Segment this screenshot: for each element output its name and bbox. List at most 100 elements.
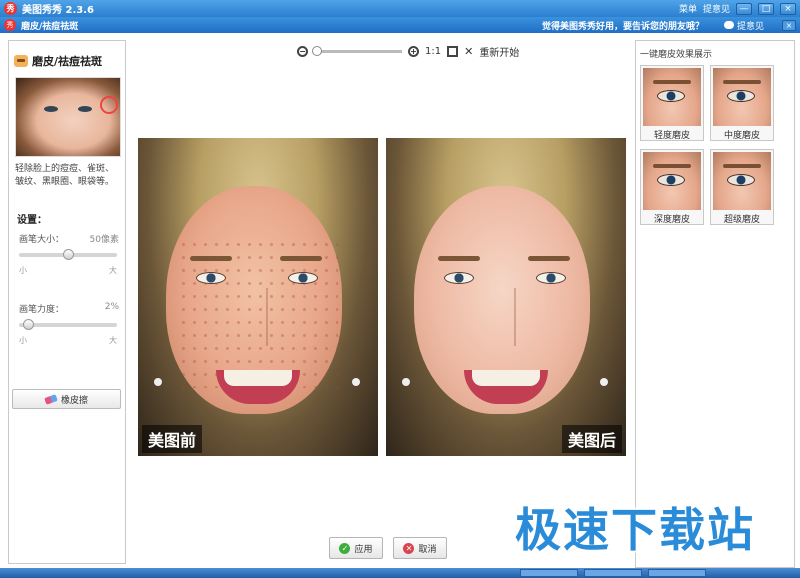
- taskbar-item[interactable]: [584, 569, 642, 577]
- earring-left: [402, 378, 410, 386]
- share-slogan[interactable]: 觉得美图秀秀好用，要告诉您的朋友哦？: [542, 19, 704, 32]
- preset-medium[interactable]: 中度磨皮: [710, 65, 774, 141]
- after-photo[interactable]: 美图后: [386, 138, 626, 456]
- preset-eye: [727, 90, 755, 102]
- brush-strength-row: 画笔力度： 2%: [19, 302, 119, 315]
- settings-label: 设置：: [17, 215, 47, 226]
- preview-eye-left: [44, 106, 58, 112]
- preset-label: 轻度磨皮: [653, 131, 690, 141]
- eraser-label: 橡皮擦: [60, 395, 88, 406]
- check-icon: ✓: [339, 542, 351, 554]
- fit-window-icon[interactable]: [447, 45, 459, 57]
- preset-light[interactable]: 轻度磨皮: [640, 65, 704, 141]
- brow-right: [280, 256, 322, 261]
- before-label: 美图前: [142, 425, 203, 453]
- teeth: [224, 370, 292, 386]
- preset-thumbnail: [713, 152, 771, 210]
- title-bar: 秀 美图秀秀 2.3.6 菜单 提意见 — □ ×: [0, 0, 800, 17]
- taskbar: [0, 568, 800, 578]
- preset-thumbnail: [643, 68, 701, 126]
- taskbar-item[interactable]: [520, 569, 578, 577]
- brow-left: [438, 256, 480, 261]
- eye-right: [288, 272, 318, 284]
- site-watermark: 极速下载站: [515, 503, 755, 557]
- preset-label: 超级磨皮: [723, 215, 760, 225]
- preset-brow: [653, 80, 691, 84]
- brush-strength-scale: 小 大: [19, 335, 117, 346]
- dialog-feedback-label: 提意见: [736, 21, 764, 32]
- zoom-out-icon[interactable]: −: [297, 45, 308, 57]
- cancel-button[interactable]: ✕ 取消: [393, 537, 447, 559]
- scale-min-label: 小: [19, 336, 27, 345]
- cancel-icon: ✕: [403, 542, 415, 554]
- speech-bubble-icon: [723, 21, 734, 29]
- close-button[interactable]: ×: [780, 2, 796, 15]
- tool-title: 磨皮/祛痘祛斑: [32, 55, 103, 68]
- brush-size-row: 画笔大小： 50像素: [19, 232, 119, 245]
- preview-eye-right: [78, 106, 92, 112]
- nose: [248, 288, 268, 346]
- brush-size-slider[interactable]: [19, 249, 117, 260]
- scale-max-label: 大: [109, 266, 117, 275]
- teeth: [472, 370, 540, 386]
- brush-size-slider-handle[interactable]: [63, 249, 74, 260]
- preset-thumbnail: [713, 68, 771, 126]
- apply-label: 应用: [354, 544, 373, 555]
- tool-description: 轻除脸上的痘痘、雀斑、皱纹、黑眼圈、眼袋等。: [15, 164, 115, 187]
- taskbar-item[interactable]: [648, 569, 706, 577]
- tool-icon: [14, 55, 28, 67]
- zoom-in-icon[interactable]: +: [408, 45, 419, 57]
- preset-panel: 一键磨皮效果展示 轻度磨皮 中度磨皮 深度磨皮 超级磨皮: [635, 40, 795, 568]
- eye-left: [196, 272, 226, 284]
- feedback-link[interactable]: 提意见: [703, 2, 730, 15]
- zoom-slider-handle[interactable]: [312, 45, 322, 56]
- view-toolbar: − + 1:1 ✕ 重新开始: [297, 44, 519, 59]
- scale-min-label: 小: [19, 266, 27, 275]
- preset-brow: [723, 80, 761, 84]
- title-bar-actions: 菜单 提意见 — □ ×: [679, 2, 800, 15]
- menu-button[interactable]: 菜单: [679, 2, 697, 15]
- apply-button[interactable]: ✓ 应用: [329, 537, 383, 559]
- eraser-button[interactable]: 橡皮擦: [12, 389, 121, 409]
- eraser-icon: [44, 393, 58, 405]
- brush-strength-slider-handle[interactable]: [23, 319, 34, 330]
- reset-button[interactable]: 重新开始: [479, 44, 519, 59]
- actual-size-button[interactable]: 1:1: [425, 46, 441, 57]
- zoom-slider[interactable]: [312, 45, 402, 56]
- eye-right: [536, 272, 566, 284]
- tool-panel: 磨皮/祛痘祛斑 轻除脸上的痘痘、雀斑、皱纹、黑眼圈、眼袋等。 设置： 画笔大小：…: [8, 40, 126, 564]
- preset-label: 深度磨皮: [653, 215, 690, 225]
- preset-label: 中度磨皮: [723, 131, 760, 141]
- preset-thumbnail: [643, 152, 701, 210]
- before-photo[interactable]: 美图前: [138, 138, 378, 456]
- minimize-button[interactable]: —: [736, 2, 752, 15]
- cancel-label: 取消: [418, 544, 437, 555]
- brow-left: [190, 256, 232, 261]
- reset-icon[interactable]: ✕: [464, 45, 473, 58]
- preset-eye: [727, 174, 755, 186]
- brush-strength-value: 2%: [104, 302, 119, 312]
- preset-super[interactable]: 超级磨皮: [710, 149, 774, 225]
- brush-strength-label: 画笔力度：: [19, 305, 65, 315]
- scale-max-label: 大: [109, 336, 117, 345]
- earring-left: [154, 378, 162, 386]
- app-title: 美图秀秀 2.3.6: [22, 5, 94, 16]
- dialog-title: 磨皮/祛痘祛斑: [21, 21, 79, 32]
- preset-eye: [657, 90, 685, 102]
- tool-header: 磨皮/祛痘祛斑: [9, 41, 125, 69]
- eye-left: [444, 272, 474, 284]
- brush-size-scale: 小 大: [19, 265, 117, 276]
- dialog-feedback-link[interactable]: 提意见: [723, 19, 764, 32]
- preset-eye: [657, 174, 685, 186]
- maximize-button[interactable]: □: [758, 2, 774, 15]
- earring-right: [352, 378, 360, 386]
- dialog-header: 秀 磨皮/祛痘祛斑 觉得美图秀秀好用，要告诉您的朋友哦？ 提意见 ×: [0, 17, 800, 33]
- tool-preview-image: [15, 77, 121, 157]
- preset-deep[interactable]: 深度磨皮: [640, 149, 704, 225]
- brush-circle-icon: [100, 96, 118, 114]
- preset-brow: [723, 164, 761, 168]
- after-label: 美图后: [561, 425, 622, 453]
- dialog-close-button[interactable]: ×: [782, 19, 796, 31]
- brow-right: [528, 256, 570, 261]
- brush-strength-slider[interactable]: [19, 319, 117, 330]
